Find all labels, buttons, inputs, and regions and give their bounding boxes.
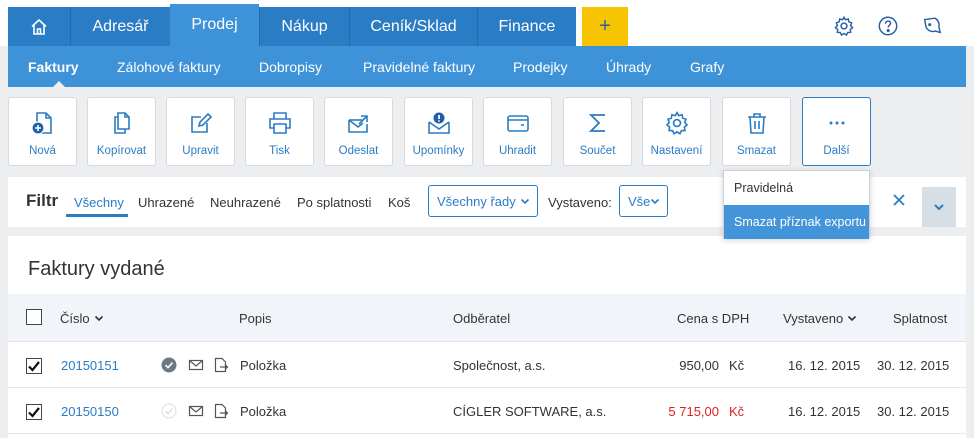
issued-label: Vystaveno: <box>548 194 612 210</box>
top-navigation: Adresář Prodej Nákup Ceník/Sklad Finance… <box>0 0 974 46</box>
subnav-pravidelne-faktury[interactable]: Pravidelné faktury <box>363 46 475 87</box>
table-row[interactable]: 20150151 Položka Společnost, a.s. 950,00… <box>8 342 966 388</box>
select-all-checkbox[interactable] <box>26 309 42 325</box>
gear-icon[interactable] <box>832 14 856 38</box>
unpaid-status-icon <box>161 403 177 419</box>
table-header: Číslo Popis Odběratel Cena s DPH Vystave… <box>8 294 966 342</box>
edit-icon <box>190 112 212 133</box>
chevron-down-icon <box>520 198 530 205</box>
filter-tab-unpaid[interactable]: Neuhrazené <box>210 177 281 227</box>
column-due[interactable]: Splatnost <box>893 294 947 342</box>
row-issued-date: 16. 12. 2015 <box>788 403 861 419</box>
email-icon[interactable] <box>188 403 204 419</box>
settings-button[interactable]: Nastavení <box>642 97 711 166</box>
row-customer: CÍGLER SOFTWARE, a.s. <box>453 403 607 419</box>
check-icon <box>28 361 40 372</box>
filter-tab-overdue[interactable]: Po splatnosti <box>297 177 371 227</box>
sub-navigation: Faktury Zálohové faktury Dobropisy Pravi… <box>8 46 966 87</box>
expand-filter-button[interactable] <box>922 187 956 227</box>
sum-icon <box>588 114 605 132</box>
row-checkbox[interactable] <box>26 358 42 374</box>
more-dropdown-menu: Pravidelná Smazat příznak exportu <box>723 170 870 239</box>
home-button[interactable] <box>8 7 70 46</box>
subnav-grafy[interactable]: Grafy <box>690 46 724 87</box>
filter-tab-paid[interactable]: Uhrazené <box>138 177 194 227</box>
column-number[interactable]: Číslo <box>60 294 104 342</box>
column-description[interactable]: Popis <box>239 294 272 342</box>
settings-icon <box>665 111 688 135</box>
row-issued-date: 16. 12. 2015 <box>788 357 861 373</box>
close-icon <box>893 194 905 206</box>
tab-cenik-sklad[interactable]: Ceník/Sklad <box>349 7 477 46</box>
delete-button[interactable]: Smazat <box>722 97 791 166</box>
new-document-icon <box>30 112 52 135</box>
row-due-date: 30. 12. 2015 <box>877 403 950 419</box>
paid-status-icon <box>161 357 177 373</box>
help-icon[interactable] <box>876 14 900 38</box>
row-currency: Kč <box>729 403 745 419</box>
page-title: Faktury vydané <box>28 258 165 280</box>
filter-tab-all[interactable]: Všechny <box>74 177 124 227</box>
row-customer: Společnost, a.s. <box>453 357 546 373</box>
reminder-icon <box>427 111 450 134</box>
row-due-date: 30. 12. 2015 <box>877 357 950 373</box>
reminders-button[interactable]: Upomínky <box>404 97 473 166</box>
wallet-icon <box>506 115 529 132</box>
issued-select[interactable]: Vše <box>619 185 668 217</box>
invoice-number-link[interactable]: 20150151 <box>61 342 119 388</box>
filter-label: Filtr <box>26 191 59 210</box>
table-row[interactable]: 20150150 Položka CÍGLER SOFTWARE, a.s. 5… <box>8 388 966 434</box>
sum-button[interactable]: Součet <box>563 97 632 166</box>
column-customer[interactable]: Odběratel <box>453 294 510 342</box>
row-currency: Kč <box>729 357 745 373</box>
tab-prodej[interactable]: Prodej <box>170 4 259 46</box>
new-button[interactable]: Nová <box>8 97 77 166</box>
chevron-down-icon <box>848 315 857 322</box>
subnav-prodejky[interactable]: Prodejky <box>513 46 567 87</box>
export-icon[interactable] <box>213 357 229 373</box>
chevron-down-icon <box>650 198 660 205</box>
export-icon[interactable] <box>213 403 229 419</box>
menu-item-regular[interactable]: Pravidelná <box>724 171 869 205</box>
row-amount: 950,00 <box>679 357 719 373</box>
clear-filter-button[interactable] <box>891 191 907 214</box>
trash-icon <box>747 113 766 134</box>
subnav-dobropisy[interactable]: Dobropisy <box>259 46 322 87</box>
subnav-zalohove-faktury[interactable]: Zálohové faktury <box>117 46 221 87</box>
series-select[interactable]: Všechny řady <box>428 185 538 217</box>
filter-active-underline <box>66 214 128 217</box>
subnav-uhrady[interactable]: Úhrady <box>606 46 651 87</box>
row-checkbox[interactable] <box>26 404 42 420</box>
print-button[interactable]: Tisk <box>245 97 314 166</box>
toolbar: Nová Kopírovat Upravit Tisk Odeslat Upom… <box>0 87 974 177</box>
more-button[interactable]: Další <box>802 97 871 166</box>
filter-tab-trash[interactable]: Koš <box>388 177 410 227</box>
print-icon <box>268 112 291 134</box>
send-icon <box>347 115 368 133</box>
column-issued[interactable]: Vystaveno <box>783 294 857 342</box>
copy-button[interactable]: Kopírovat <box>87 97 156 166</box>
row-description: Položka <box>240 403 287 419</box>
tab-adresar[interactable]: Adresář <box>70 7 170 46</box>
send-button[interactable]: Odeslat <box>324 97 393 166</box>
column-price[interactable]: Cena s DPH <box>677 294 749 342</box>
row-amount: 5 715,00 <box>668 403 719 419</box>
chevron-down-icon <box>94 315 103 322</box>
email-icon[interactable] <box>188 357 204 373</box>
pay-button[interactable]: Uhradit <box>483 97 552 166</box>
invoice-number-link[interactable]: 20150150 <box>61 388 119 434</box>
copy-icon <box>113 112 130 134</box>
edit-button[interactable]: Upravit <box>166 97 235 166</box>
notification-icon[interactable] <box>920 14 944 38</box>
add-button[interactable]: + <box>582 7 628 46</box>
tab-nakup[interactable]: Nákup <box>259 7 349 46</box>
chevron-down-icon <box>934 204 944 211</box>
more-icon <box>829 121 844 125</box>
tab-finance[interactable]: Finance <box>477 7 576 46</box>
row-description: Položka <box>240 357 287 373</box>
home-icon <box>31 18 47 35</box>
invoice-list-panel: Faktury vydané Číslo Popis Odběratel Cen… <box>8 236 966 438</box>
menu-item-clear-export-flag[interactable]: Smazat příznak exportu <box>724 205 869 239</box>
check-icon <box>28 407 40 418</box>
